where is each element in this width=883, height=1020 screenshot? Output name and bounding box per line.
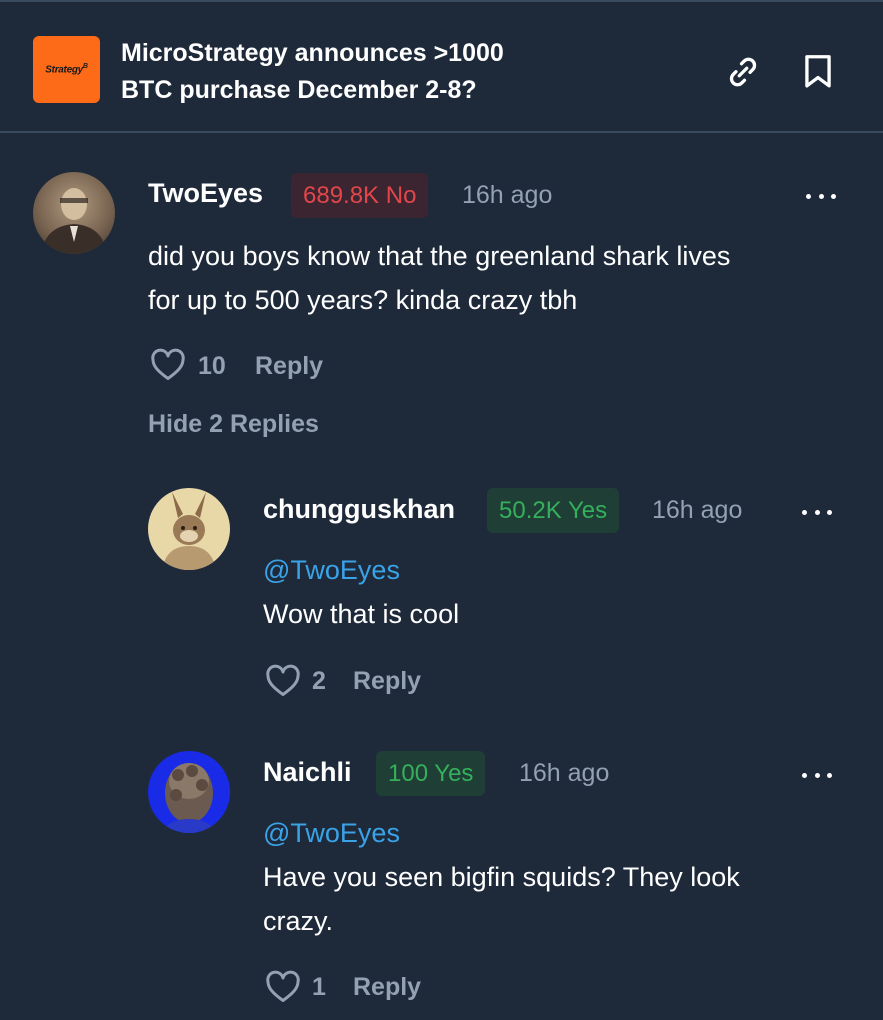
market-title-line1: MicroStrategy announces >1000 <box>121 39 504 67</box>
comment-text: did you boys know that the greenland sha… <box>148 234 848 322</box>
logo-text: StrategyB <box>45 63 88 76</box>
comment-timestamp: 16h ago <box>462 181 553 209</box>
comment-text-line: Wow that is cool <box>263 599 460 629</box>
market-title[interactable]: MicroStrategy announces >1000 BTC purcha… <box>121 35 581 109</box>
copy-link-button[interactable] <box>725 54 761 90</box>
avatar-naichli[interactable] <box>148 751 230 833</box>
reply-button[interactable]: Reply <box>255 352 323 381</box>
comment-text: Wow that is cool <box>263 592 843 636</box>
rabbit-avatar-icon <box>162 492 216 570</box>
curly-hair-avatar-icon <box>162 763 216 833</box>
reply-button[interactable]: Reply <box>353 973 421 1002</box>
like-count: 2 <box>312 667 326 695</box>
avatar-chungguskhan[interactable] <box>148 488 230 570</box>
more-options-button[interactable] <box>802 506 832 518</box>
more-dot-icon <box>831 193 836 199</box>
avatar-twoeyes[interactable] <box>33 172 115 254</box>
position-badge: 100 Yes <box>376 751 486 796</box>
heart-icon[interactable] <box>265 664 301 698</box>
comment-username[interactable]: Naichli <box>263 757 352 788</box>
user-mention-link[interactable]: @TwoEyes <box>263 818 400 849</box>
comment-username[interactable]: chungguskhan <box>263 494 455 525</box>
bookmark-button[interactable] <box>800 54 836 90</box>
more-dot-icon <box>802 772 807 778</box>
comment-text: Have you seen bigfin squids? They look c… <box>263 855 843 943</box>
more-dot-icon <box>827 772 832 778</box>
comment-text-line: did you boys know that the greenland sha… <box>148 241 731 271</box>
comment-text-line: for up to 500 years? kinda crazy tbh <box>148 285 578 315</box>
bookmark-icon <box>805 55 831 88</box>
more-dot-icon <box>814 772 820 778</box>
heart-icon[interactable] <box>265 970 301 1004</box>
comment-username[interactable]: TwoEyes <box>148 178 263 209</box>
market-title-line2: BTC purchase December 2-8? <box>121 76 477 104</box>
market-header: StrategyB MicroStrategy announces >1000 … <box>0 2 883 133</box>
like-count: 10 <box>198 352 226 380</box>
person-portrait-icon <box>41 188 107 254</box>
more-dot-icon <box>827 509 832 515</box>
more-dot-icon <box>802 509 807 515</box>
more-options-button[interactable] <box>806 190 836 202</box>
market-logo[interactable]: StrategyB <box>33 36 100 103</box>
comment-timestamp: 16h ago <box>519 759 610 787</box>
more-dot-icon <box>814 509 820 515</box>
user-mention-link[interactable]: @TwoEyes <box>263 555 400 586</box>
more-options-button[interactable] <box>802 769 832 781</box>
hide-replies-button[interactable]: Hide 2 Replies <box>148 410 319 439</box>
position-badge: 50.2K Yes <box>487 488 620 533</box>
reply-button[interactable]: Reply <box>353 667 421 696</box>
position-badge: 689.8K No <box>291 173 429 218</box>
like-count: 1 <box>312 973 326 1001</box>
heart-icon[interactable] <box>150 348 186 382</box>
more-dot-icon <box>806 193 811 199</box>
more-dot-icon <box>818 193 824 199</box>
link-icon <box>729 57 757 87</box>
comment-text-line: Have you seen bigfin squids? They look <box>263 862 740 892</box>
comment-timestamp: 16h ago <box>652 496 743 524</box>
comment-text-line: crazy. <box>263 906 334 936</box>
